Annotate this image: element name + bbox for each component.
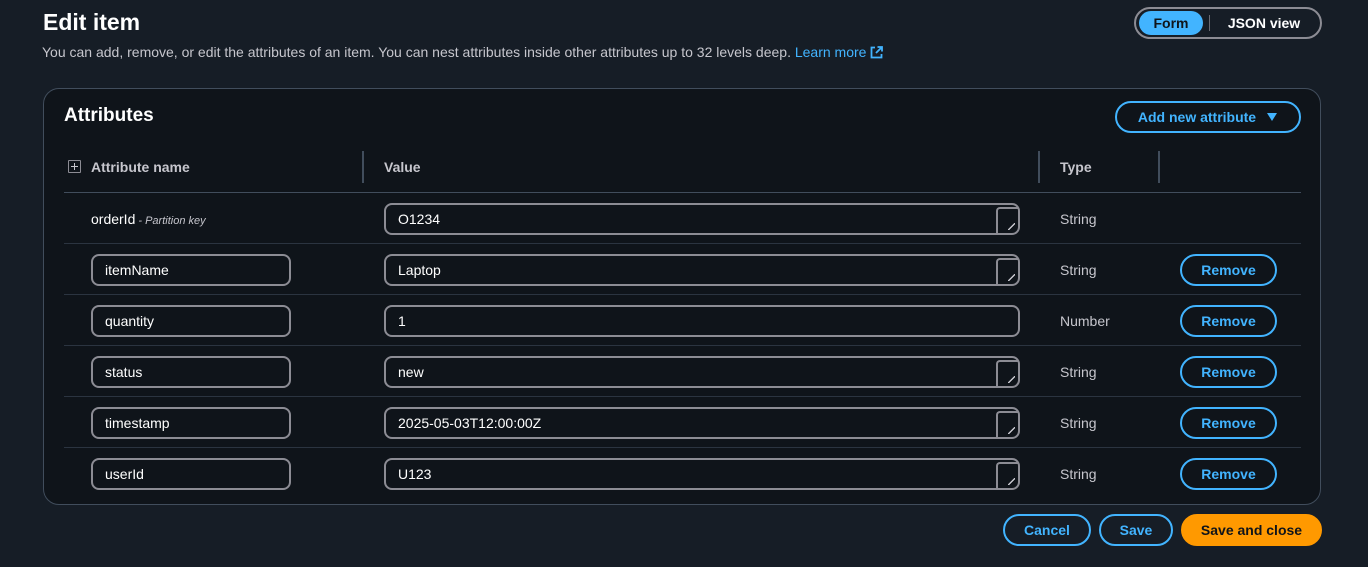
partition-key-attribute: orderId xyxy=(91,211,136,227)
partition-key-value-input[interactable]: O1234 xyxy=(384,203,1020,235)
attribute-name-input[interactable]: quantity xyxy=(91,305,291,337)
attribute-name-input[interactable]: itemName xyxy=(91,254,291,286)
attribute-type: String xyxy=(1060,364,1097,380)
add-attribute-label: Add new attribute xyxy=(1137,109,1257,125)
attribute-type: Number xyxy=(1060,313,1110,329)
save-and-close-button[interactable]: Save and close xyxy=(1181,514,1322,546)
remove-button[interactable]: Remove xyxy=(1180,305,1277,337)
expand-all-icon[interactable] xyxy=(68,160,81,173)
resize-handle-icon[interactable] xyxy=(996,258,1018,284)
description-text: You can add, remove, or edit the attribu… xyxy=(42,44,791,60)
attribute-type: String xyxy=(1060,415,1097,431)
value-text: 2025-05-03T12:00:00Z xyxy=(398,415,542,431)
attribute-value-input[interactable]: 1 xyxy=(384,305,1020,337)
value-text: O1234 xyxy=(398,211,441,227)
column-divider[interactable] xyxy=(362,151,364,183)
learn-more-link[interactable]: Learn more xyxy=(795,44,884,60)
view-toggle: Form JSON view xyxy=(1134,7,1322,39)
learn-more-label: Learn more xyxy=(794,44,867,60)
column-attribute-name: Attribute name xyxy=(91,159,190,175)
table-row: userId U123 String Remove xyxy=(64,448,1301,499)
value-text: 1 xyxy=(398,313,406,329)
table-row: timestamp 2025-05-03T12:00:00Z String Re… xyxy=(64,397,1301,448)
table-row: status new String Remove xyxy=(64,346,1301,397)
table-row: quantity 1 Number Remove xyxy=(64,295,1301,346)
toggle-divider xyxy=(1209,15,1210,31)
attribute-value-input[interactable]: Laptop xyxy=(384,254,1020,286)
resize-handle-icon[interactable] xyxy=(996,207,1018,233)
add-new-attribute-button[interactable]: Add new attribute xyxy=(1115,101,1301,133)
partition-key-row: orderId - Partition key O1234 String xyxy=(64,193,1301,244)
page-description: You can add, remove, or edit the attribu… xyxy=(42,44,884,60)
attribute-type: String xyxy=(1060,211,1097,227)
resize-handle-icon[interactable] xyxy=(996,462,1018,488)
attributes-panel: Attributes Add new attribute Attribute n… xyxy=(43,88,1321,505)
partition-key-note: - Partition key xyxy=(138,215,206,227)
attribute-type: String xyxy=(1060,262,1097,278)
attribute-value-input[interactable]: new xyxy=(384,356,1020,388)
remove-button[interactable]: Remove xyxy=(1180,356,1277,388)
page-title: Edit item xyxy=(43,9,141,35)
remove-button[interactable]: Remove xyxy=(1180,407,1277,439)
save-button[interactable]: Save xyxy=(1099,514,1173,546)
external-link-icon xyxy=(871,46,884,59)
table-row: itemName Laptop String Remove xyxy=(64,244,1301,295)
column-type: Type xyxy=(1060,159,1092,175)
attribute-name-input[interactable]: userId xyxy=(91,458,291,490)
column-value: Value xyxy=(384,159,421,175)
form-view-button[interactable]: Form xyxy=(1139,11,1203,35)
remove-button[interactable]: Remove xyxy=(1180,458,1277,490)
attribute-value-input[interactable]: 2025-05-03T12:00:00Z xyxy=(384,407,1020,439)
partition-key-name: orderId - Partition key xyxy=(91,211,206,227)
value-text: Laptop xyxy=(398,262,441,278)
value-text: new xyxy=(398,364,424,380)
json-view-button[interactable]: JSON view xyxy=(1216,11,1312,35)
column-divider[interactable] xyxy=(1038,151,1040,183)
attribute-name-input[interactable]: timestamp xyxy=(91,407,291,439)
value-text: U123 xyxy=(398,466,432,482)
caret-down-icon xyxy=(1267,113,1278,121)
cancel-button[interactable]: Cancel xyxy=(1003,514,1091,546)
attributes-table-header: Attribute name Value Type xyxy=(64,151,1301,193)
attributes-title: Attributes xyxy=(64,105,154,126)
attribute-type: String xyxy=(1060,466,1097,482)
resize-handle-icon[interactable] xyxy=(996,360,1018,386)
remove-button[interactable]: Remove xyxy=(1180,254,1277,286)
column-divider[interactable] xyxy=(1158,151,1160,183)
resize-handle-icon[interactable] xyxy=(996,411,1018,437)
attribute-value-input[interactable]: U123 xyxy=(384,458,1020,490)
attribute-name-input[interactable]: status xyxy=(91,356,291,388)
